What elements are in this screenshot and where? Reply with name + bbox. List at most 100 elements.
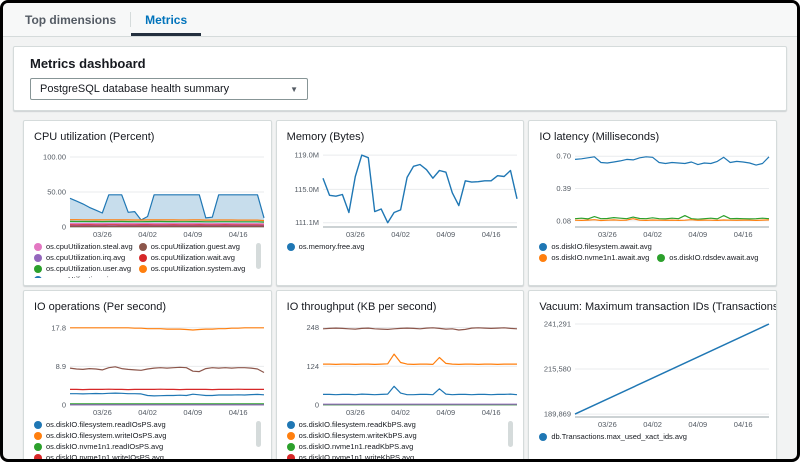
chart-card-memory: Memory (Bytes) 119.0M115.0M111.1M03/2604… bbox=[276, 120, 525, 286]
memory-chart: 119.0M115.0M111.1M03/2604/0204/0904/16 bbox=[287, 145, 521, 239]
chart-title: IO throughput (KB per second) bbox=[287, 301, 514, 313]
svg-text:119.0M: 119.0M bbox=[294, 151, 318, 160]
io-latency-chart: 0.700.390.0803/2604/0204/0904/16 bbox=[539, 145, 773, 239]
legend-color-dot-icon bbox=[34, 276, 42, 279]
vacuum-max-txn-ids-chart: 241,291215,580189,86903/2604/0204/0904/1… bbox=[539, 315, 773, 429]
legend-item[interactable]: os.diskIO.filesystem.writeKbPS.avg bbox=[287, 430, 506, 441]
legend-item[interactable]: os.cpuUtilization.guest.avg bbox=[139, 241, 246, 252]
svg-text:04/02: 04/02 bbox=[391, 408, 410, 417]
svg-text:04/09: 04/09 bbox=[436, 408, 455, 417]
legend-scrollbar[interactable] bbox=[256, 421, 261, 447]
svg-text:04/09: 04/09 bbox=[183, 230, 202, 239]
tab-top-dimensions[interactable]: Top dimensions bbox=[11, 3, 130, 36]
legend-color-dot-icon bbox=[139, 265, 147, 273]
legend-color-dot-icon bbox=[34, 443, 42, 451]
legend-label: os.cpuUtilization.guest.avg bbox=[151, 241, 240, 252]
legend-color-dot-icon bbox=[539, 243, 547, 251]
legend-item[interactable]: os.diskIO.nvme1n1.writeKbPS.avg bbox=[287, 452, 506, 459]
tab-top-dimensions-label: Top dimensions bbox=[25, 13, 116, 27]
chart-legend: os.cpuUtilization.steal.avgos.cpuUtiliza… bbox=[34, 241, 261, 278]
svg-text:0.08: 0.08 bbox=[557, 216, 572, 225]
svg-text:03/26: 03/26 bbox=[598, 230, 617, 239]
legend-item[interactable]: db.Transactions.max_used_xact_ids.avg bbox=[539, 431, 687, 442]
legend-color-dot-icon bbox=[287, 454, 295, 460]
legend-scrollbar[interactable] bbox=[256, 243, 261, 269]
chart-legend: os.memory.free.avg bbox=[287, 241, 514, 252]
tab-metrics-label: Metrics bbox=[145, 13, 187, 27]
legend-label: os.diskIO.filesystem.readIOsPS.avg bbox=[46, 419, 166, 430]
svg-text:8.9: 8.9 bbox=[56, 362, 66, 371]
legend-color-dot-icon bbox=[34, 432, 42, 440]
svg-text:04/09: 04/09 bbox=[183, 408, 202, 417]
legend-item[interactable]: os.diskIO.filesystem.readIOsPS.avg bbox=[34, 419, 253, 430]
legend-color-dot-icon bbox=[287, 243, 295, 251]
legend-item[interactable]: os.diskIO.nvme1n1.readKbPS.avg bbox=[287, 441, 506, 452]
io-throughput-chart: 248124003/2604/0204/0904/16 bbox=[287, 315, 521, 417]
svg-text:0.70: 0.70 bbox=[557, 152, 572, 161]
legend-label: os.cpuUtilization.system.avg bbox=[151, 263, 246, 274]
svg-text:04/16: 04/16 bbox=[229, 408, 248, 417]
svg-text:241,291: 241,291 bbox=[544, 320, 571, 329]
legend-color-dot-icon bbox=[657, 254, 665, 262]
legend-item[interactable]: os.diskIO.filesystem.writeIOsPS.avg bbox=[34, 430, 253, 441]
svg-text:04/02: 04/02 bbox=[644, 230, 663, 239]
chart-legend: os.diskIO.filesystem.await.avgos.diskIO.… bbox=[539, 241, 766, 263]
svg-text:04/16: 04/16 bbox=[229, 230, 248, 239]
legend-item[interactable]: os.cpuUtilization.system.avg bbox=[139, 263, 246, 274]
legend-item[interactable]: os.diskIO.rdsdev.await.avg bbox=[657, 252, 758, 263]
legend-item[interactable]: os.diskIO.filesystem.readKbPS.avg bbox=[287, 419, 506, 430]
svg-text:03/26: 03/26 bbox=[346, 408, 365, 417]
svg-text:248: 248 bbox=[306, 323, 319, 332]
svg-text:04/16: 04/16 bbox=[734, 420, 753, 429]
legend-label: os.diskIO.filesystem.writeIOsPS.avg bbox=[46, 430, 166, 441]
legend-item[interactable]: os.memory.free.avg bbox=[287, 241, 365, 252]
dashboard-selector-card: Metrics dashboard PostgreSQL database he… bbox=[13, 46, 787, 111]
legend-label: os.cpuUtilization.steal.avg bbox=[46, 241, 133, 252]
svg-text:04/09: 04/09 bbox=[689, 420, 708, 429]
legend-item[interactable]: os.cpuUtilization.nice.avg bbox=[34, 274, 133, 278]
legend-item[interactable]: os.diskIO.nvme1n1.readIOsPS.avg bbox=[34, 441, 253, 452]
svg-text:04/02: 04/02 bbox=[138, 230, 157, 239]
svg-text:0: 0 bbox=[314, 401, 318, 410]
chart-title: Memory (Bytes) bbox=[287, 131, 514, 143]
legend-label: os.cpuUtilization.user.avg bbox=[46, 263, 131, 274]
legend-color-dot-icon bbox=[34, 265, 42, 273]
dropdown-selected-value: PostgreSQL database health summary bbox=[40, 83, 229, 95]
legend-color-dot-icon bbox=[539, 433, 547, 441]
legend-item[interactable]: os.diskIO.nvme1n1.writeIOsPS.avg bbox=[34, 452, 253, 459]
legend-label: os.diskIO.nvme1n1.writeIOsPS.avg bbox=[46, 452, 164, 459]
legend-color-dot-icon bbox=[34, 454, 42, 460]
chart-title: IO operations (Per second) bbox=[34, 301, 261, 313]
chart-title: IO latency (Milliseconds) bbox=[539, 131, 766, 143]
chart-card-vacuum-max-txn-ids: Vacuum: Maximum transaction IDs (Transac… bbox=[528, 290, 777, 462]
tab-bar: Top dimensions Metrics bbox=[3, 3, 797, 37]
svg-text:100.00: 100.00 bbox=[43, 153, 66, 162]
legend-label: os.diskIO.nvme1n1.readIOsPS.avg bbox=[46, 441, 163, 452]
legend-label: os.diskIO.nvme1n1.writeKbPS.avg bbox=[299, 452, 414, 459]
dashboard-dropdown[interactable]: PostgreSQL database health summary ▼ bbox=[30, 78, 308, 100]
legend-label: os.diskIO.filesystem.readKbPS.avg bbox=[299, 419, 416, 430]
chart-title: Vacuum: Maximum transaction IDs (Transac… bbox=[539, 301, 766, 313]
svg-text:50.00: 50.00 bbox=[47, 188, 66, 197]
svg-text:115.0M: 115.0M bbox=[294, 185, 318, 194]
svg-text:04/02: 04/02 bbox=[391, 230, 410, 239]
metrics-dashboard-screen: Top dimensions Metrics Metrics dashboard… bbox=[0, 0, 800, 462]
tab-metrics[interactable]: Metrics bbox=[131, 3, 201, 36]
svg-text:03/26: 03/26 bbox=[93, 230, 112, 239]
svg-text:189,869: 189,869 bbox=[544, 410, 571, 419]
legend-item[interactable]: os.diskIO.nvme1n1.await.avg bbox=[539, 252, 649, 263]
legend-scrollbar[interactable] bbox=[508, 421, 513, 447]
legend-item[interactable]: os.cpuUtilization.steal.avg bbox=[34, 241, 133, 252]
svg-text:0.39: 0.39 bbox=[557, 184, 572, 193]
svg-text:04/02: 04/02 bbox=[138, 408, 157, 417]
svg-text:04/16: 04/16 bbox=[481, 408, 500, 417]
legend-item[interactable]: os.cpuUtilization.user.avg bbox=[34, 263, 133, 274]
legend-item[interactable]: os.cpuUtilization.irq.avg bbox=[34, 252, 133, 263]
svg-text:04/02: 04/02 bbox=[644, 420, 663, 429]
legend-item[interactable]: os.diskIO.filesystem.await.avg bbox=[539, 241, 651, 252]
legend-color-dot-icon bbox=[34, 421, 42, 429]
legend-item[interactable]: os.cpuUtilization.wait.avg bbox=[139, 252, 246, 263]
dashboard-title: Metrics dashboard bbox=[30, 56, 770, 71]
svg-text:04/16: 04/16 bbox=[481, 230, 500, 239]
chart-title: CPU utilization (Percent) bbox=[34, 131, 261, 143]
